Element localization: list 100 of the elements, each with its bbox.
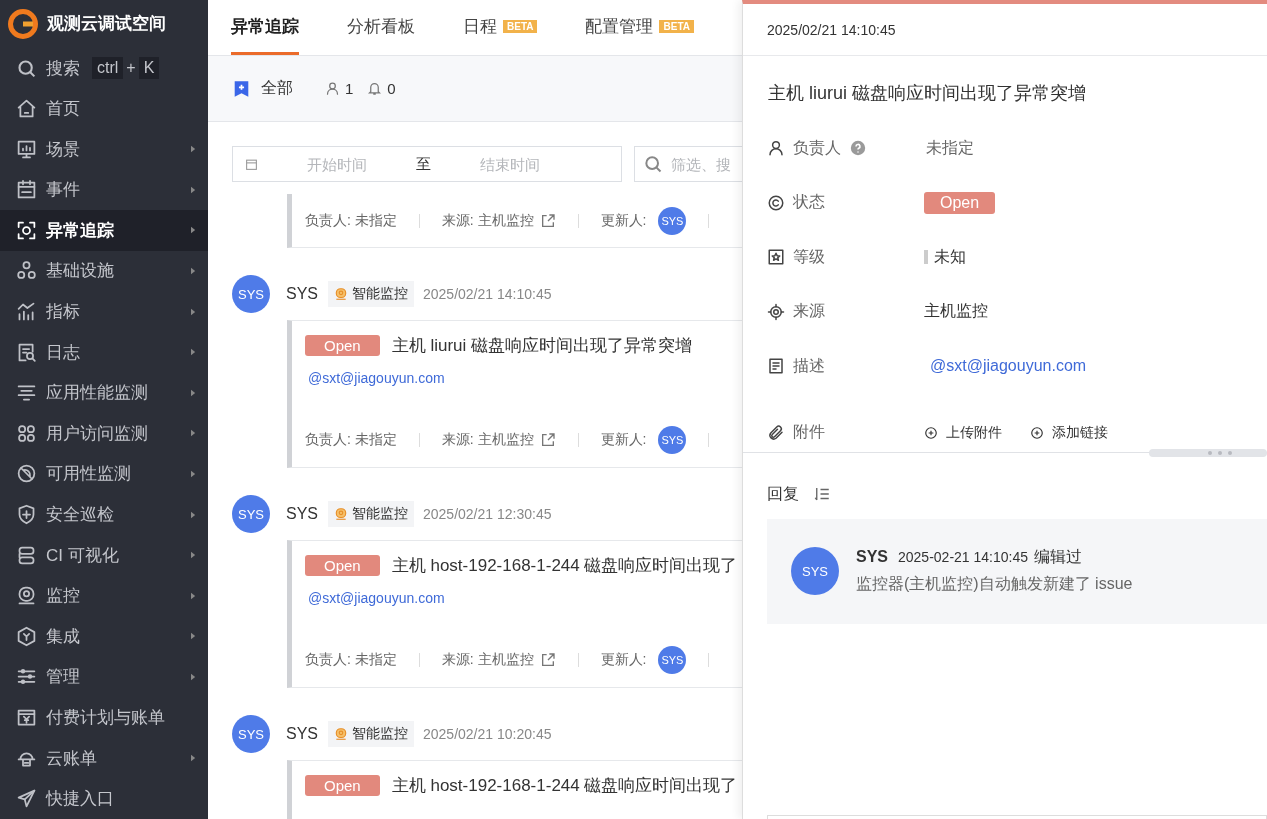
timestamp: 2025/02/21 14:10:45 (423, 286, 552, 302)
timestamp: 2025/02/21 10:20:45 (423, 726, 552, 742)
mention-link[interactable]: @sxt@jiagouyun.com (308, 370, 445, 386)
source-text: 来源: 主机监控 (441, 651, 534, 669)
sidebar-item[interactable]: CI 可视化 (0, 534, 208, 576)
avatar: SYS (791, 547, 839, 595)
level-bar (924, 250, 928, 265)
beta-badge: BETA (659, 19, 694, 33)
external-link-icon[interactable] (539, 652, 556, 668)
tab[interactable]: 分析看板 (347, 0, 415, 55)
assignee-text: 负责人: 未指定 (305, 211, 397, 230)
source-text: 来源: 主机监控 (441, 431, 534, 449)
logo-icon (8, 8, 38, 39)
stacked-boxes-icon (16, 544, 37, 566)
help-icon[interactable] (850, 140, 866, 157)
sidebar-item[interactable]: 用户访问监测 (0, 413, 208, 454)
tag-label: 智能监控 (352, 285, 408, 303)
status-badge: Open (305, 775, 380, 796)
field-label: 状态 (793, 192, 825, 213)
comment-text: 监控器(主机监控)自动触发新建了 issue (856, 574, 1133, 594)
resize-handle[interactable] (1149, 448, 1267, 457)
sidebar-item[interactable]: 事件 (0, 169, 208, 211)
end-time-input[interactable]: 结束时间 (478, 154, 592, 174)
bar-chart-icon (16, 301, 37, 323)
notification-count[interactable]: 0 (387, 80, 396, 97)
issue-title: 主机 host-192-168-1-244 磁盘响应时间出现了 (391, 555, 738, 577)
avatar: SYS (232, 495, 270, 533)
star-square-icon (767, 248, 785, 267)
sidebar-item[interactable]: 基础设施 (0, 250, 208, 292)
status-badge: Open (305, 335, 380, 356)
sidebar-item[interactable]: 付费计划与账单 (0, 697, 208, 738)
tab[interactable]: 配置管理 BETA (585, 0, 694, 55)
calendar-icon (16, 179, 37, 201)
field-label: 来源 (793, 301, 825, 322)
sidebar-item[interactable]: 应用性能监测 (0, 372, 208, 414)
issue-time: 2025/02/21 14:10:45 (743, 4, 1267, 56)
assignee-count[interactable]: 1 (345, 80, 354, 97)
sidebar-item[interactable]: 日志 (0, 331, 208, 373)
bell-icon (367, 81, 383, 96)
yen-card-icon (16, 707, 37, 728)
search-icon (16, 57, 37, 79)
assignee-text: 负责人: 未指定 (305, 651, 397, 669)
sidebar-item[interactable]: 云账单 (0, 737, 208, 779)
monitor-icon (16, 138, 37, 160)
comment-author: SYS (856, 548, 888, 566)
mention-link[interactable]: @sxt@jiagouyun.com (308, 590, 445, 606)
field-label: 等级 (793, 246, 825, 267)
sidebar-item[interactable]: 异常追踪 (0, 210, 208, 251)
sidebar-item[interactable]: 指标 (0, 291, 208, 332)
search-field[interactable]: 筛选、搜 (634, 146, 742, 182)
avatar: SYS (232, 275, 270, 313)
attachment-action-button[interactable]: 添加链接 (1030, 423, 1108, 442)
reply-input-field[interactable] (767, 815, 1267, 819)
sidebar-item[interactable]: 监控 (0, 575, 208, 617)
assignee-value[interactable]: 未指定 (926, 137, 974, 159)
external-link-icon[interactable] (539, 212, 556, 229)
house-icon (16, 98, 37, 120)
target-icon (767, 302, 785, 321)
shortcut-key: + (123, 57, 139, 79)
search-label: 搜索 (46, 57, 80, 80)
shield-plus-icon (16, 504, 37, 526)
bookmark-plus-icon[interactable] (233, 79, 250, 98)
sidebar-item[interactable]: 可用性监测 (0, 453, 208, 495)
paperclip-icon (767, 423, 785, 442)
search-menu-item[interactable]: 搜索 ctrl + K (0, 47, 208, 89)
sort-icon[interactable] (813, 485, 831, 503)
sidebar-item[interactable]: 管理 (0, 656, 208, 698)
date-range-field[interactable]: 开始时间 至 结束时间 (232, 146, 622, 182)
comment-time: 2025-02-21 14:10:45 (898, 549, 1028, 565)
level-value[interactable]: 未知 (934, 246, 966, 268)
tag-label: 智能监控 (352, 725, 408, 743)
camera-icon (334, 506, 348, 522)
author-name: SYS (286, 725, 318, 743)
calendar-icon (245, 157, 258, 171)
three-circles-icon (16, 260, 37, 282)
sidebar-item[interactable]: 安全巡检 (0, 494, 208, 535)
sidebar-item[interactable]: 场景 (0, 128, 208, 170)
tab[interactable]: 日程 BETA (463, 0, 538, 55)
document-icon (767, 357, 785, 376)
focus-frame-icon (16, 219, 37, 241)
slashed-circle-icon (16, 463, 37, 485)
tag-label: 智能监控 (352, 505, 408, 523)
sidebar-item[interactable]: 集成 (0, 616, 208, 657)
author-name: SYS (286, 505, 318, 523)
sidebar-item[interactable]: 快捷入口 (0, 778, 208, 819)
plus-circle-icon (924, 425, 938, 440)
four-circles-icon (16, 422, 37, 444)
source-value: 主机监控 (924, 301, 988, 322)
mention-link[interactable]: @sxt@jiagouyun.com (930, 357, 1087, 376)
sidebar-item[interactable]: 首页 (0, 88, 208, 129)
range-separator: 至 (416, 154, 431, 174)
attachment-action-button[interactable]: 上传附件 (924, 423, 1002, 442)
field-label: 负责人 (793, 137, 841, 158)
view-name[interactable]: 全部 (261, 78, 293, 99)
shortcut-key: K (138, 57, 160, 79)
updater-label: 更新人: (600, 651, 647, 669)
issue-title: 主机 liurui 磁盘响应时间出现了异常突增 (391, 335, 693, 357)
external-link-icon[interactable] (539, 432, 556, 448)
person-icon (325, 81, 340, 96)
source-text: 来源: 主机监控 (441, 211, 534, 230)
